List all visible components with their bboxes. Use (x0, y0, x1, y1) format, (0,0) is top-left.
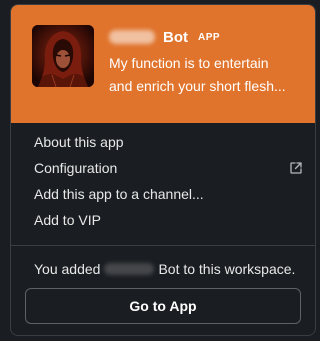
menu-item-label: Configuration (34, 160, 118, 176)
redacted-name (104, 263, 155, 275)
menu-item-configuration[interactable]: Configuration (11, 155, 315, 181)
menu-item-about[interactable]: About this app (11, 129, 315, 155)
external-link-icon (290, 162, 302, 174)
menu-item-label: Add this app to a channel... (34, 186, 204, 202)
added-suffix: Bot to this workspace. (158, 261, 296, 277)
added-to-workspace-text: You added Bot to this workspace. (34, 259, 295, 279)
menu-item-add-to-vip[interactable]: Add to VIP (11, 207, 315, 233)
divider (11, 245, 315, 246)
description-line-2: and enrich your short flesh... (109, 78, 286, 94)
app-header: Bot APP My function is to entertain and … (11, 5, 315, 123)
hooded-figure-avatar-icon (32, 25, 94, 87)
bot-name-row: Bot APP (109, 27, 220, 47)
description-line-1: My function is to entertain (109, 55, 269, 71)
bot-description: My function is to entertain and enrich y… (109, 52, 309, 98)
app-menu: About this app Configuration Add this ap… (11, 129, 315, 233)
menu-item-label: About this app (34, 134, 124, 150)
menu-item-label: Add to VIP (34, 212, 101, 228)
go-to-app-button[interactable]: Go to App (25, 288, 301, 324)
menu-item-add-to-channel[interactable]: Add this app to a channel... (11, 181, 315, 207)
app-profile-popup: Bot APP My function is to entertain and … (10, 4, 316, 336)
bot-avatar (32, 25, 94, 87)
bot-name: Bot (163, 28, 188, 46)
redacted-name (109, 30, 155, 44)
added-prefix: You added (34, 261, 101, 277)
app-badge: APP (198, 31, 221, 43)
